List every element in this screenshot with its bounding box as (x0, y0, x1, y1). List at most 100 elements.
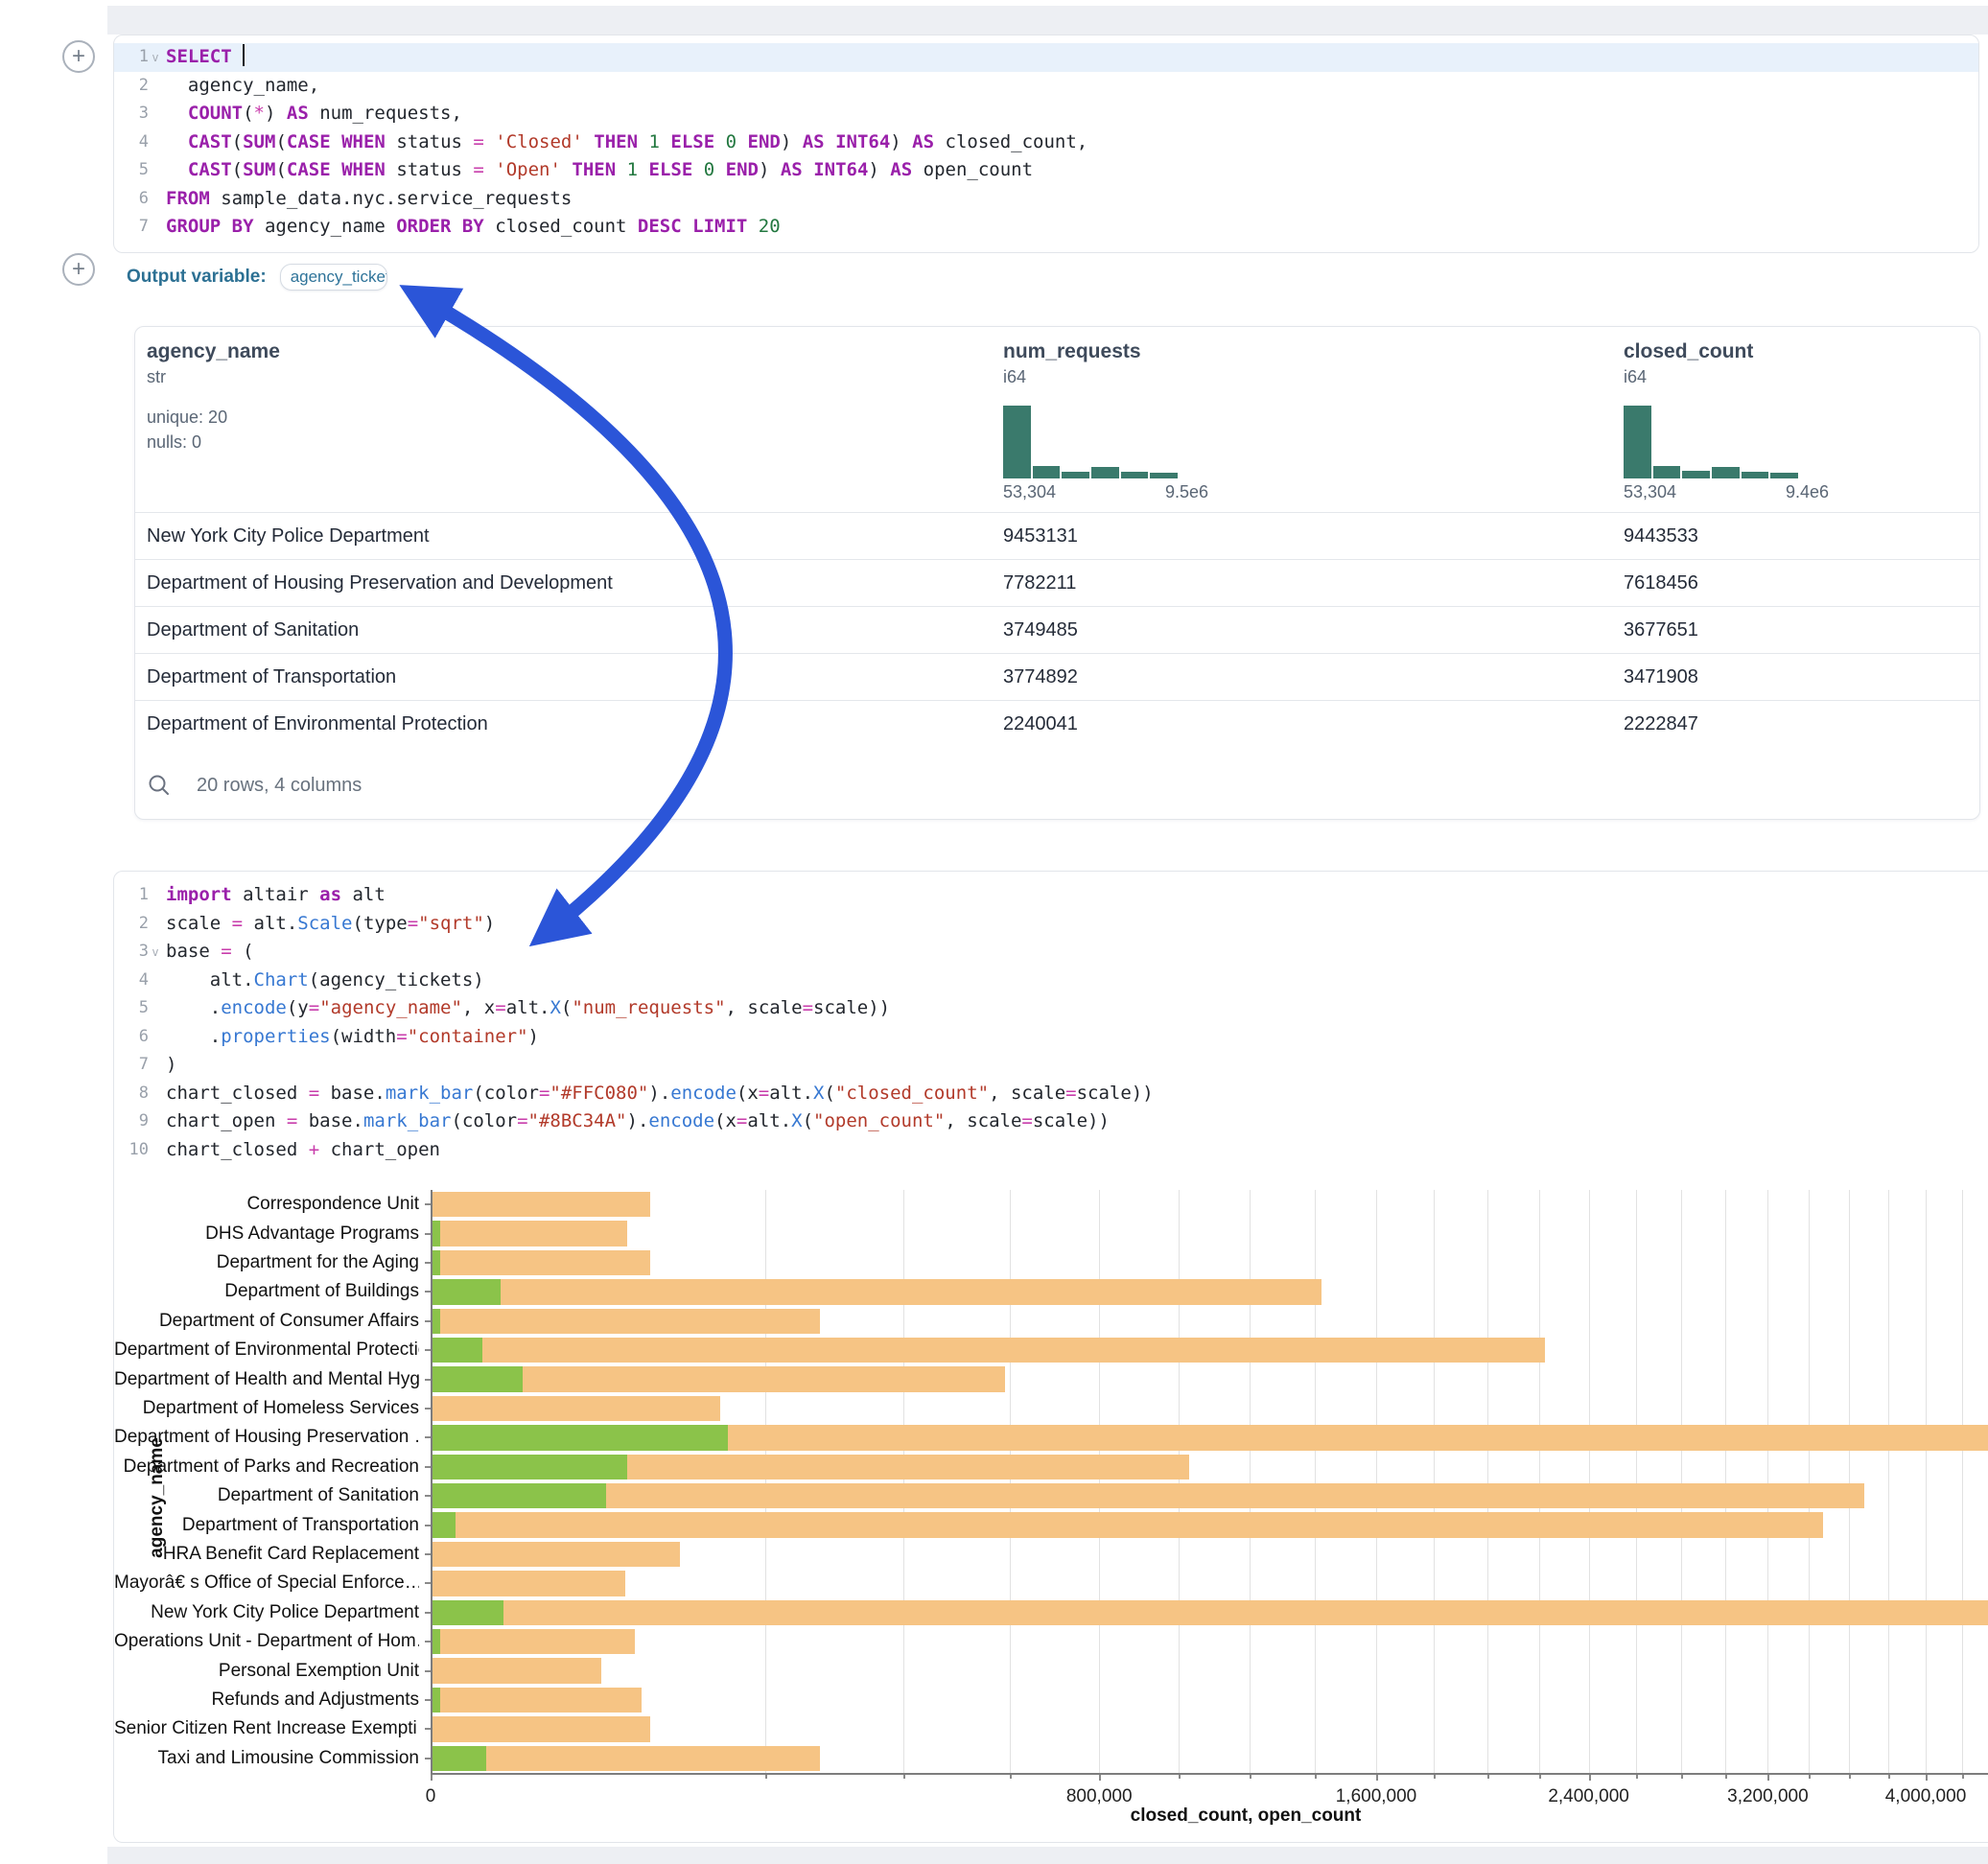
python-cell: 1import altair as alt2scale = alt.Scale(… (113, 871, 1988, 1843)
histogram-bar (1682, 471, 1710, 478)
sql-code-editor[interactable]: 1vSELECT 2 agency_name,3 COUNT(*) AS num… (114, 43, 1978, 242)
x-axis-title: closed_count, open_count (1131, 1806, 1362, 1827)
page-top-strip (107, 6, 1988, 35)
open-count-bar (431, 1600, 503, 1625)
gutter-spacer (149, 1137, 162, 1166)
closed-count-bar (431, 1192, 650, 1217)
gutter-spacer (149, 1108, 162, 1137)
table-row[interactable]: New York City Police Department945313194… (135, 512, 1979, 559)
hist-max-label: 9.5e6 (1165, 482, 1208, 502)
gutter-spacer (149, 1052, 162, 1081)
fold-caret-icon[interactable]: v (149, 44, 162, 73)
dataframe-preview: agency_name str unique: 20 nulls: 0 num_… (134, 326, 1980, 820)
gutter-spacer (149, 882, 162, 911)
add-cell-button-top[interactable]: + (62, 40, 95, 73)
open-count-bar (431, 1483, 606, 1508)
x-axis-tick-label: 4,000,000 (1885, 1786, 1967, 1807)
add-cell-button-output[interactable]: + (62, 253, 95, 286)
code-line: 10chart_closed + chart_open (114, 1136, 1988, 1165)
gridline (765, 1190, 766, 1773)
code-line: 4 CAST(SUM(CASE WHEN status = 'Closed' T… (114, 128, 1978, 157)
histogram-bar (1003, 406, 1031, 478)
row-column-count: 20 rows, 4 columns (197, 775, 362, 797)
open-count-bar (431, 1746, 486, 1771)
gridline (1636, 1190, 1637, 1773)
y-axis-label: Department of Parks and Recreation (114, 1456, 419, 1478)
closed-count-bar (431, 1396, 720, 1421)
table-cell-closed-count: 3471908 (1624, 654, 1698, 701)
open-count-bar (431, 1425, 728, 1450)
code-line: 6 .properties(width="container") (114, 1023, 1988, 1052)
y-axis-label: Personal Exemption Unit (114, 1661, 419, 1682)
column-header-num-requests[interactable]: num_requests (1003, 340, 1141, 363)
gutter-spacer (149, 129, 162, 158)
histogram-bar (1624, 406, 1651, 478)
gridline (1589, 1190, 1590, 1773)
x-axis-tick-label: 1,600,000 (1336, 1786, 1417, 1807)
table-row[interactable]: Department of Environmental Protection22… (135, 700, 1979, 747)
bar-chart: agency_name Correspondence UnitDHS Advan… (114, 1182, 1988, 1834)
gutter-spacer (149, 186, 162, 215)
closed-count-bar (431, 1512, 1823, 1537)
table-cell-closed-count: 3677651 (1624, 607, 1698, 654)
gutter-spacer (149, 967, 162, 996)
gutter-spacer (149, 995, 162, 1024)
column-dtype: i64 (1624, 367, 1647, 387)
gutter-spacer (149, 1081, 162, 1109)
histogram-bar (1653, 466, 1681, 478)
column-header-agency-name[interactable]: agency_name (147, 340, 280, 363)
output-variable-pill[interactable]: agency_tickets (280, 264, 387, 291)
table-footer: 20 rows, 4 columns (135, 757, 1979, 814)
closed-count-bar (431, 1250, 650, 1275)
code-line: 4 alt.Chart(agency_tickets) (114, 967, 1988, 995)
table-cell-agency-name: Department of Sanitation (147, 607, 359, 654)
table-cell-agency-name: New York City Police Department (147, 513, 430, 560)
fold-caret-icon[interactable]: v (149, 939, 162, 967)
code-line: 1vSELECT (114, 43, 1978, 72)
y-axis-label: Department of Sanitation (114, 1485, 419, 1506)
code-line: 5 .encode(y="agency_name", x=alt.X("num_… (114, 994, 1988, 1023)
page-bottom-strip (107, 1847, 1988, 1864)
sql-cell: 1vSELECT 2 agency_name,3 COUNT(*) AS num… (113, 35, 1979, 253)
table-cell-agency-name: Department of Housing Preservation and D… (147, 560, 613, 607)
gutter-spacer (149, 73, 162, 102)
y-axis-label: Department of Housing Preservation … (114, 1427, 419, 1448)
open-count-bar (431, 1455, 627, 1480)
code-line: 3vbase = ( (114, 938, 1988, 967)
histogram-bar (1742, 472, 1769, 478)
gridline (1179, 1190, 1180, 1773)
gridline (1962, 1190, 1963, 1773)
gridline (1681, 1190, 1682, 1773)
gridline (1315, 1190, 1316, 1773)
gridline (1010, 1190, 1011, 1773)
histogram-bar (1121, 472, 1149, 478)
x-axis-line (431, 1773, 1988, 1775)
column-meta-nulls: nulls: 0 (147, 432, 201, 453)
x-axis-tick-label: 3,200,000 (1727, 1786, 1809, 1807)
code-line: 9chart_open = base.mark_bar(color="#8BC3… (114, 1107, 1988, 1136)
python-code-editor[interactable]: 1import altair as alt2scale = alt.Scale(… (114, 881, 1988, 1164)
num-requests-histogram-labels: 53,304 9.5e6 (1003, 482, 1208, 502)
y-axis-label: Taxi and Limousine Commission (114, 1748, 419, 1769)
column-header-closed-count[interactable]: closed_count (1624, 340, 1753, 363)
gridline (1888, 1190, 1889, 1773)
table-row[interactable]: Department of Housing Preservation and D… (135, 559, 1979, 606)
table-row[interactable]: Department of Transportation377489234719… (135, 653, 1979, 700)
closed-count-bar (431, 1221, 627, 1246)
table-row[interactable]: Department of Sanitation 3749485 3677651 (135, 606, 1979, 653)
output-variable-label: Output variable: (127, 267, 267, 288)
histogram-bar (1150, 473, 1178, 478)
y-axis-label: DHS Advantage Programs (114, 1223, 419, 1245)
table-cell-num-requests: 9453131 (1003, 513, 1078, 560)
gutter-spacer (149, 911, 162, 940)
column-dtype: i64 (1003, 367, 1026, 387)
table-cell-closed-count: 7618456 (1624, 560, 1698, 607)
gridline (1376, 1190, 1377, 1773)
text-cursor (243, 44, 245, 66)
y-axis-label: Correspondence Unit (114, 1194, 419, 1215)
code-line: 5 CAST(SUM(CASE WHEN status = 'Open' THE… (114, 156, 1978, 185)
y-axis-label: Department of Buildings (114, 1281, 419, 1302)
table-cell-num-requests: 3749485 (1003, 607, 1078, 654)
search-icon[interactable] (147, 773, 172, 798)
gutter-spacer (149, 1024, 162, 1053)
